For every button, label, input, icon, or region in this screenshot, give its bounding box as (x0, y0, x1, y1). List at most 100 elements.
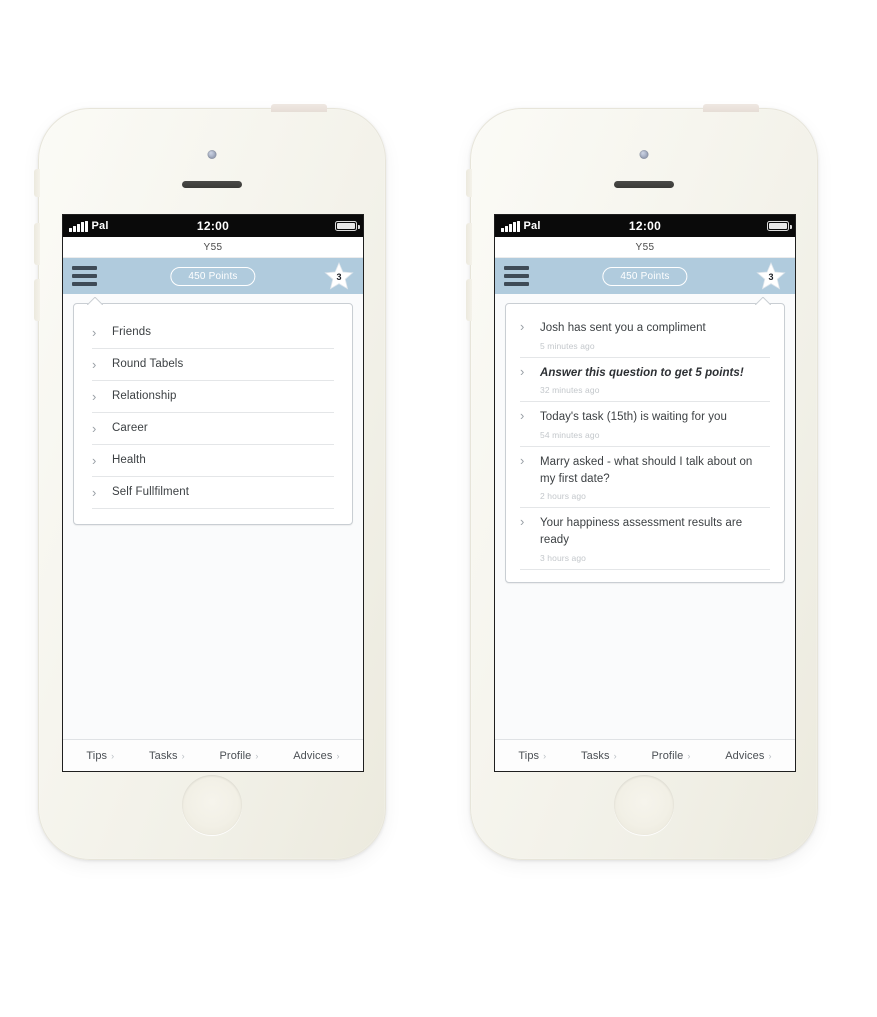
tab-label: Tasks (581, 749, 610, 762)
chevron-right-icon: › (92, 452, 97, 468)
volume-up-button[interactable] (34, 223, 40, 265)
notification-title: Josh has sent you a compliment (540, 322, 706, 334)
screen-left: Pal 12:00 Y55 450 Points 3 › Friends › R… (62, 214, 364, 772)
list-item[interactable]: › Health (92, 445, 334, 477)
chevron-right-icon: › (336, 750, 340, 761)
notification-item[interactable]: › Josh has sent you a compliment 5 minut… (520, 313, 770, 358)
list-item-label: Health (112, 454, 146, 466)
phone-device-left: Pal 12:00 Y55 450 Points 3 › Friends › R… (34, 104, 386, 860)
list-item-label: Relationship (112, 390, 177, 402)
tab-tasks[interactable]: Tasks › (581, 750, 617, 762)
chevron-right-icon: › (520, 453, 525, 469)
list-item[interactable]: › Round Tabels (92, 349, 334, 381)
hamburger-menu-icon[interactable] (72, 266, 97, 286)
chevron-right-icon: › (520, 363, 525, 379)
earpiece-speaker (614, 181, 674, 188)
canvas: Pal 12:00 Y55 450 Points 3 › Friends › R… (0, 0, 877, 1017)
tab-label: Advices (293, 749, 333, 762)
chevron-right-icon: › (92, 484, 97, 500)
card-tail (87, 297, 103, 305)
card-tail (755, 297, 771, 305)
card-wrap-right: › Josh has sent you a compliment 5 minut… (495, 294, 795, 583)
menu-card: › Friends › Round Tabels › Relationship (73, 303, 353, 525)
earpiece-speaker (182, 181, 242, 188)
notification-body: Your happiness assessment results are re… (540, 515, 770, 562)
bottom-tab-bar: Tips › Tasks › Profile › Advices › (63, 739, 363, 771)
card-wrap-left: › Friends › Round Tabels › Relationship (63, 294, 363, 525)
notification-item[interactable]: › Your happiness assessment results are … (520, 508, 770, 570)
chevron-right-icon: › (687, 750, 691, 761)
tab-tips[interactable]: Tips › (518, 750, 546, 762)
bottom-tab-bar: Tips › Tasks › Profile › Advices › (495, 739, 795, 771)
notifications-card: › Josh has sent you a compliment 5 minut… (505, 303, 785, 583)
tab-label: Profile (219, 749, 252, 762)
tab-advices[interactable]: Advices › (293, 750, 339, 762)
tab-tasks[interactable]: Tasks › (149, 750, 185, 762)
chevron-right-icon: › (181, 750, 185, 761)
device-title-bar: Y55 (63, 237, 363, 258)
notification-timestamp: 3 hours ago (540, 552, 586, 563)
tab-tips[interactable]: Tips › (86, 750, 114, 762)
nav-header: 450 Points 3 (63, 258, 363, 294)
volume-down-button[interactable] (466, 279, 472, 321)
battery-icon (767, 221, 792, 231)
chevron-right-icon: › (111, 750, 115, 761)
notification-body: Josh has sent you a compliment 5 minutes… (540, 320, 770, 351)
status-bar-clock: 12:00 (628, 219, 662, 233)
home-button[interactable] (614, 775, 674, 835)
silent-switch[interactable] (34, 169, 40, 197)
screen-right: Pal 12:00 Y55 450 Points 3 › Josh has se… (494, 214, 796, 772)
phone-device-right: Pal 12:00 Y55 450 Points 3 › Josh has se… (466, 104, 818, 860)
list-item-label: Career (112, 422, 148, 434)
notification-title: Answer this question to get 5 points! (540, 366, 744, 379)
chevron-right-icon: › (92, 324, 97, 340)
volume-down-button[interactable] (34, 279, 40, 321)
power-button[interactable] (271, 104, 327, 112)
notification-body: Answer this question to get 5 points! 32… (540, 365, 770, 396)
silent-switch[interactable] (466, 169, 472, 197)
notification-item[interactable]: › Answer this question to get 5 points! … (520, 358, 770, 403)
star-badge-icon[interactable]: 3 (324, 261, 354, 291)
hamburger-menu-icon[interactable] (504, 266, 529, 286)
home-button[interactable] (182, 775, 242, 835)
tab-label: Advices (725, 749, 765, 762)
notification-title: Your happiness assessment results are re… (540, 517, 743, 547)
power-button[interactable] (703, 104, 759, 112)
list-item[interactable]: › Relationship (92, 381, 334, 413)
battery-icon (335, 221, 360, 231)
list-item[interactable]: › Self Fullfilment (92, 477, 334, 509)
list-item[interactable]: › Friends (92, 317, 334, 349)
notification-title: Today's task (15th) is waiting for you (540, 411, 727, 424)
status-bar-clock: 12:00 (196, 219, 230, 233)
chevron-right-icon: › (92, 420, 97, 436)
points-badge[interactable]: 450 Points (602, 266, 688, 286)
list-item-label: Friends (112, 326, 152, 338)
chevron-right-icon: › (520, 514, 525, 530)
star-badge-icon[interactable]: 3 (756, 261, 786, 291)
notification-timestamp: 32 minutes ago (540, 385, 600, 396)
status-bar: Pal 12:00 (495, 215, 795, 237)
chevron-right-icon: › (613, 750, 617, 761)
notification-timestamp: 5 minutes ago (540, 340, 595, 351)
tab-profile[interactable]: Profile › (220, 750, 259, 762)
tab-label: Profile (651, 749, 684, 762)
points-badge[interactable]: 450 Points (170, 266, 256, 286)
status-bar: Pal 12:00 (63, 215, 363, 237)
notification-title: Marry asked - what should I talk about o… (540, 456, 753, 485)
tab-advices[interactable]: Advices › (725, 750, 771, 762)
list-item-label: Round Tabels (112, 358, 184, 370)
notification-list: › Josh has sent you a compliment 5 minut… (506, 304, 784, 582)
list-item[interactable]: › Career (92, 413, 334, 445)
notification-body: Today's task (15th) is waiting for you 5… (540, 409, 770, 440)
notification-body: Marry asked - what should I talk about o… (540, 454, 770, 501)
status-bar-right (335, 221, 360, 231)
chevron-right-icon: › (92, 388, 97, 404)
tab-label: Tips (86, 749, 108, 762)
nav-header: 450 Points 3 (495, 258, 795, 294)
notification-item[interactable]: › Marry asked - what should I talk about… (520, 447, 770, 509)
notification-item[interactable]: › Today's task (15th) is waiting for you… (520, 402, 770, 448)
notification-timestamp: 54 minutes ago (540, 430, 600, 441)
tab-profile[interactable]: Profile › (652, 750, 691, 762)
volume-up-button[interactable] (466, 223, 472, 265)
front-camera-icon (207, 150, 217, 159)
